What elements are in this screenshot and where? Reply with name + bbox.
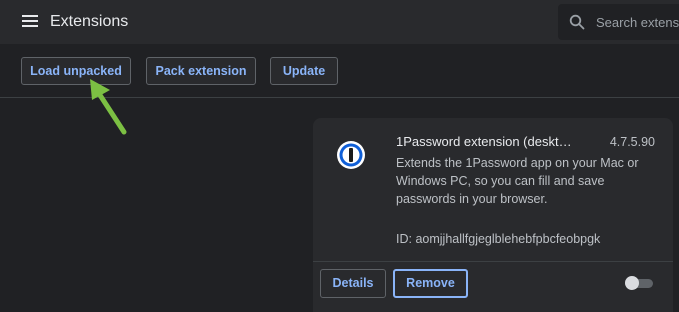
top-toolbar: Extensions bbox=[0, 0, 679, 44]
pack-extension-button[interactable]: Pack extension bbox=[146, 57, 256, 85]
arrow-pointer-icon bbox=[90, 79, 127, 135]
page-title: Extensions bbox=[50, 13, 129, 30]
extension-card: 1Password extension (desktop app require… bbox=[313, 118, 673, 312]
card-divider bbox=[313, 261, 673, 262]
extension-description: Extends the 1Password app on your Mac or… bbox=[396, 156, 639, 206]
hamburger-menu-icon[interactable] bbox=[22, 15, 38, 28]
extension-id: ID: aomjjhallfgjeglblehebfpbcfeobpgk bbox=[396, 232, 601, 246]
extension-name: 1Password extension (desktop app require… bbox=[396, 134, 576, 149]
search-box[interactable] bbox=[558, 4, 679, 40]
search-icon bbox=[569, 14, 585, 30]
update-button[interactable]: Update bbox=[270, 57, 338, 85]
extension-enable-toggle[interactable] bbox=[625, 276, 653, 290]
toggle-knob bbox=[625, 276, 639, 290]
extension-version: 4.7.5.90 bbox=[609, 135, 655, 149]
remove-button[interactable]: Remove bbox=[393, 269, 468, 298]
details-button[interactable]: Details bbox=[320, 269, 386, 298]
1password-logo-icon bbox=[337, 141, 365, 169]
search-input[interactable] bbox=[596, 13, 679, 31]
